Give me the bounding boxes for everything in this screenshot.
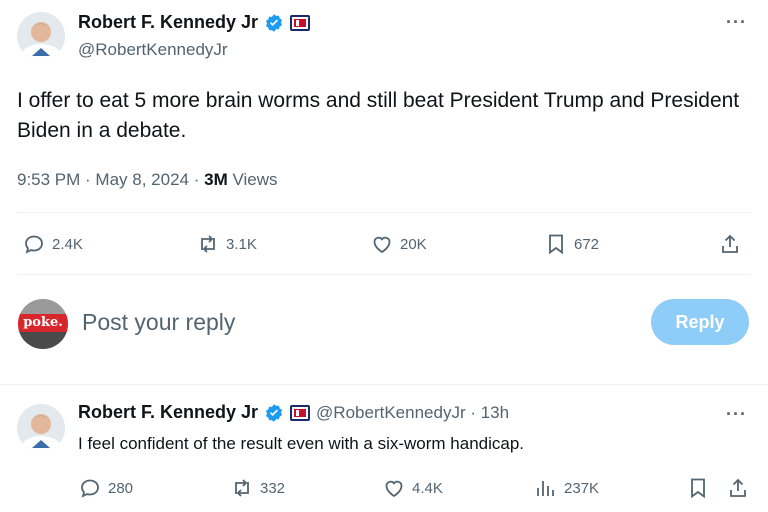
poke-logo-text: poke.: [23, 315, 63, 330]
affiliate-flag-icon[interactable]: [290, 404, 311, 421]
reply-author-name[interactable]: Robert F. Kennedy Jr: [78, 402, 258, 423]
share-icon: [730, 478, 746, 497]
author-name-row: Robert F. Kennedy Jr: [78, 12, 311, 33]
like-action[interactable]: 20K: [370, 232, 427, 256]
reply-input[interactable]: Post your reply: [82, 309, 235, 336]
author-avatar[interactable]: [17, 12, 65, 60]
bookmark-action[interactable]: 672: [544, 232, 599, 256]
reply-text: I feel confident of the result even with…: [78, 434, 525, 453]
reply-share-action[interactable]: [726, 476, 750, 500]
reply-action[interactable]: 2.4K: [22, 232, 83, 256]
share-icon: [722, 234, 738, 253]
share-action[interactable]: [718, 232, 742, 256]
post-meta: 9:53 PM · May 8, 2024 · 3M Views: [17, 170, 278, 190]
repost-icon: [235, 479, 249, 497]
divider: [0, 384, 768, 385]
reply-author-photo: [17, 404, 65, 452]
poke-avatar[interactable]: poke.: [18, 299, 68, 349]
views-label: Views: [232, 170, 278, 189]
author-handle[interactable]: @RobertKennedyJr: [78, 40, 228, 60]
reply-repost-action[interactable]: 332: [230, 476, 285, 500]
reply-icon: [25, 235, 43, 254]
reply-author-avatar[interactable]: [17, 404, 65, 452]
bookmark-icon: [549, 234, 563, 255]
reply-button[interactable]: Reply: [651, 299, 749, 345]
heart-icon: [373, 236, 391, 254]
reply-icon: [81, 479, 99, 498]
like-count: 20K: [400, 235, 427, 253]
heart-icon: [385, 480, 403, 498]
reply-count: 2.4K: [52, 235, 83, 253]
author-photo: [17, 12, 65, 60]
reply-reply-action[interactable]: 280: [78, 476, 133, 500]
reply-handle-time[interactable]: @RobertKennedyJr · 13h: [316, 403, 509, 423]
divider: [17, 274, 750, 275]
reply-reply-count: 280: [108, 479, 134, 497]
more-options-icon[interactable]: ···: [726, 12, 747, 33]
views-count: 3M: [204, 170, 228, 189]
repost-icon: [201, 235, 215, 253]
reply-more-options-icon[interactable]: ···: [726, 404, 747, 425]
bookmark-icon: [691, 478, 705, 499]
repost-action[interactable]: 3.1K: [196, 232, 257, 256]
views-chart-icon: [537, 481, 554, 496]
reply-like-action[interactable]: 4.4K: [382, 476, 443, 500]
reply-like-count: 4.4K: [412, 479, 443, 497]
verified-badge-icon: [264, 13, 284, 33]
reply-views-action[interactable]: 237K: [534, 476, 599, 500]
affiliate-flag-icon[interactable]: [290, 14, 311, 31]
reply-repost-count: 332: [260, 479, 286, 497]
verified-badge-icon: [264, 403, 284, 423]
repost-count: 3.1K: [226, 235, 257, 253]
post-timestamp[interactable]: 9:53 PM · May 8, 2024 ·: [17, 170, 199, 189]
author-name[interactable]: Robert F. Kennedy Jr: [78, 12, 258, 33]
reply-author-row: Robert F. Kennedy Jr @RobertKennedyJr · …: [78, 402, 509, 423]
reply-views-count: 237K: [564, 479, 600, 497]
bookmark-count: 672: [574, 235, 600, 253]
reply-bookmark-action[interactable]: [686, 476, 710, 500]
divider: [17, 212, 750, 213]
post-text: I offer to eat 5 more brain worms and st…: [17, 89, 740, 142]
